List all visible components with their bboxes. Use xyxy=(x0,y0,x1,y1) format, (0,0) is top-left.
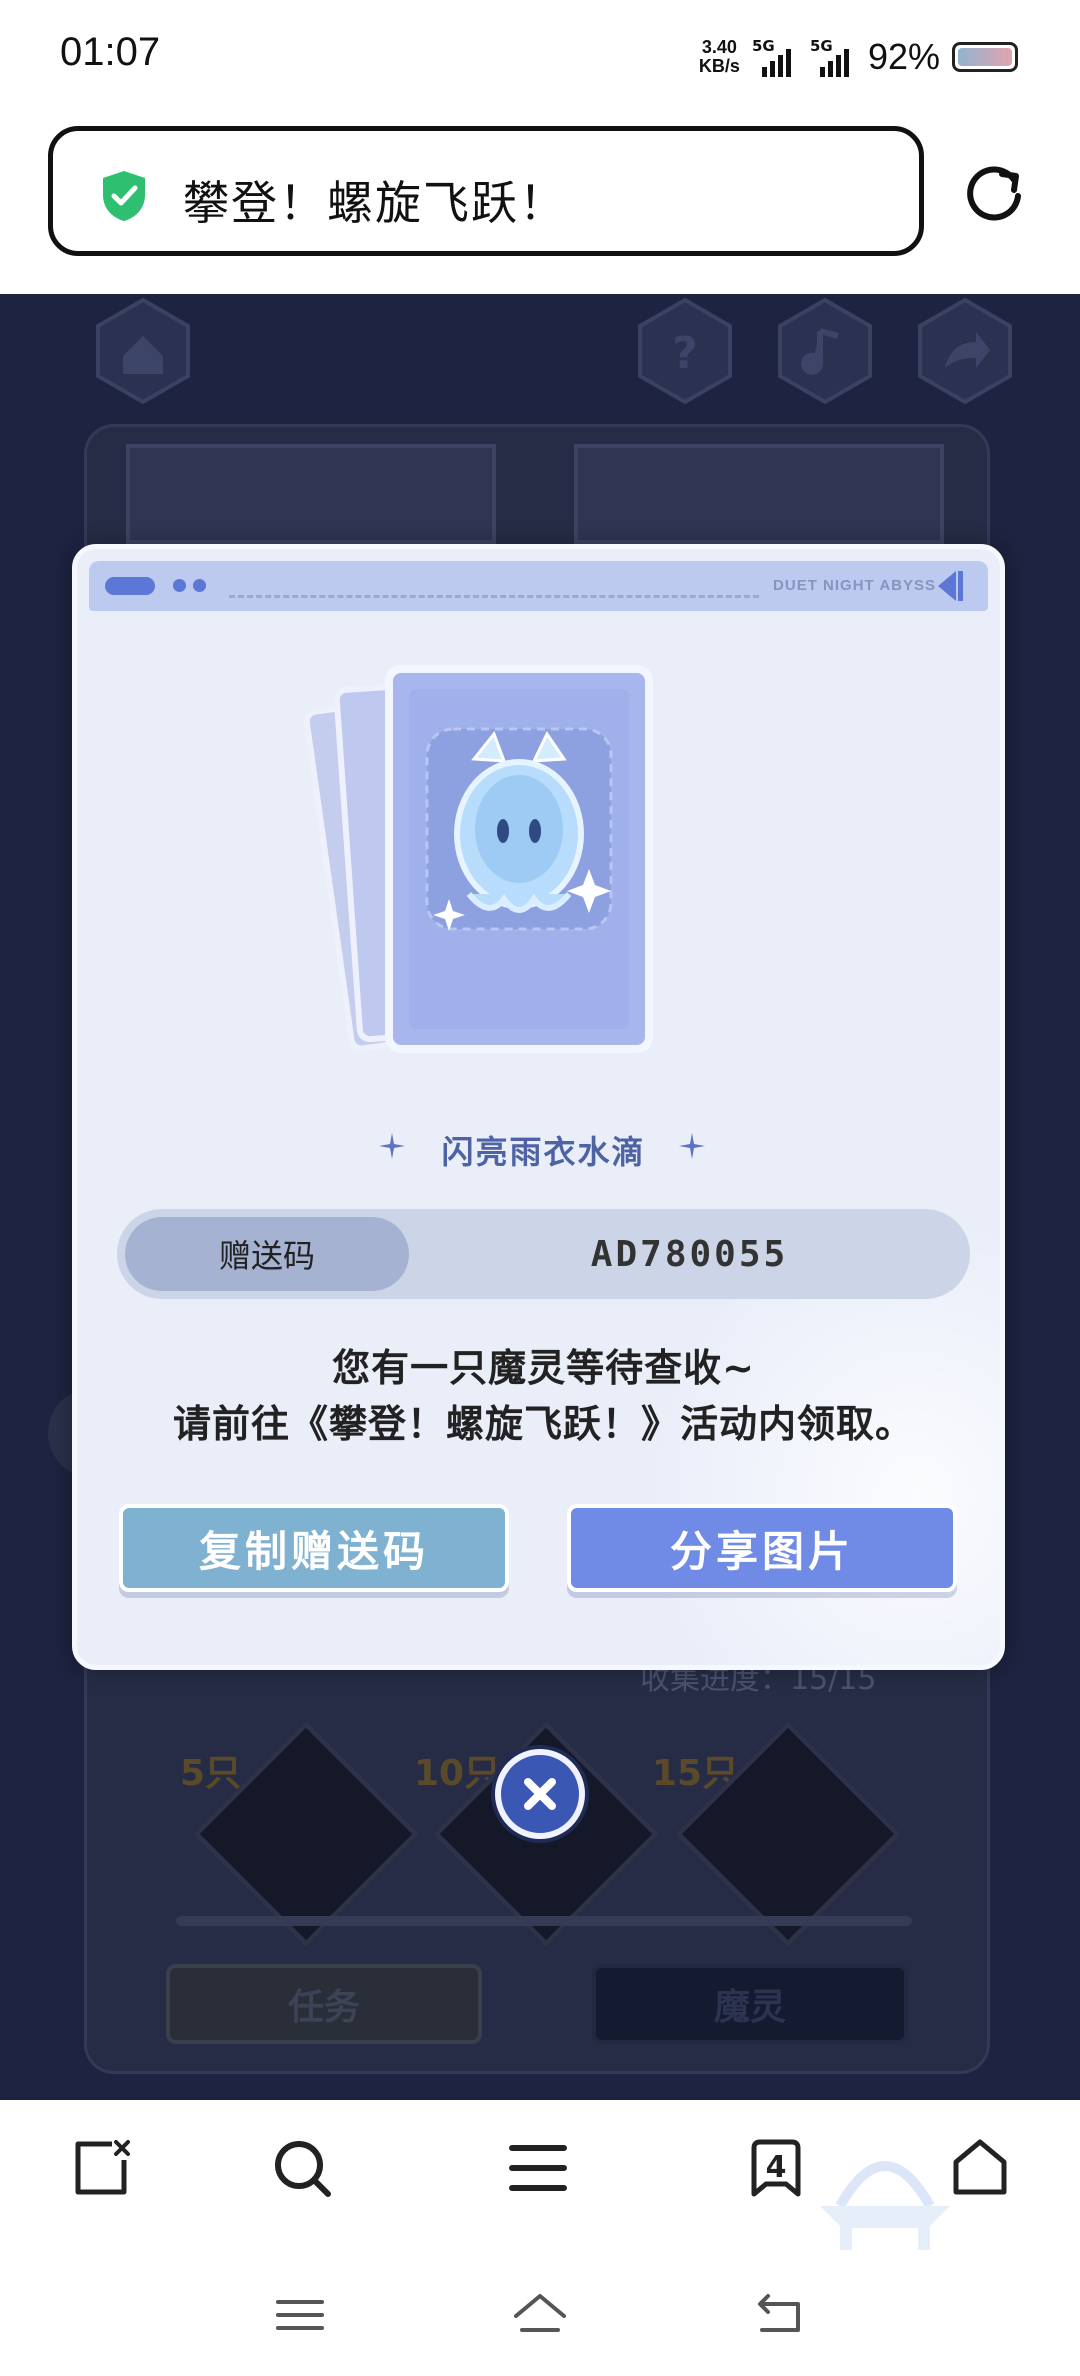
spirit-card-illustration xyxy=(303,665,653,1053)
status-bar: 01:07 3.40 KB/s 5G 5G 92% xyxy=(0,0,1080,120)
gift-code-value[interactable]: AD780055 xyxy=(409,1209,970,1299)
home-icon[interactable] xyxy=(88,296,198,406)
tab-task[interactable]: 任务 xyxy=(166,1964,482,2044)
network-speed-unit: KB/s xyxy=(698,56,740,76)
share-icon[interactable] xyxy=(910,296,1020,406)
music-icon[interactable] xyxy=(770,296,880,406)
copy-code-button[interactable]: 复制赠送码 xyxy=(119,1504,509,1592)
rewind-icon xyxy=(938,571,963,601)
back-icon[interactable] xyxy=(752,2290,808,2340)
gift-code-label: 赠送码 xyxy=(125,1217,409,1291)
signal-icon-sim1: 5G xyxy=(752,37,798,77)
signal-icon-sim2: 5G xyxy=(810,37,856,77)
mascot-decoration xyxy=(820,2161,950,2256)
reload-icon[interactable] xyxy=(962,160,1028,226)
browser-toolbar: 4 xyxy=(0,2100,1080,2256)
shield-check-icon xyxy=(103,171,145,221)
dialog-header: DUET NIGHT ABYSS xyxy=(89,561,988,611)
copy-code-label: 复制赠送码 xyxy=(198,1526,429,1576)
item-name: 闪亮雨衣水滴 xyxy=(441,1133,646,1171)
message-line-2: 请前往《攀登！螺旋飞跃！》活动内领取。 xyxy=(172,1402,914,1446)
gift-code-row: 赠送码 AD780055 xyxy=(117,1209,970,1299)
tab-spirit[interactable]: 魔灵 xyxy=(592,1964,908,2044)
gift-code-dialog: DUET NIGHT ABYSS 闪亮雨衣水滴 赠送码 AD780055 您有一… xyxy=(72,544,1005,1670)
recent-apps-icon[interactable] xyxy=(272,2290,328,2340)
system-home-icon[interactable] xyxy=(512,2290,568,2340)
search-icon[interactable] xyxy=(270,2136,334,2200)
header-dash xyxy=(229,595,759,598)
close-icon xyxy=(524,1778,556,1810)
battery-percent: 92% xyxy=(867,36,940,77)
sparkle-icon xyxy=(679,1133,705,1159)
menu-icon[interactable] xyxy=(506,2136,570,2200)
tabs-icon[interactable]: 4 xyxy=(744,2136,808,2200)
status-time: 01:07 xyxy=(60,30,161,74)
header-pill xyxy=(105,577,155,595)
share-image-label: 分享图片 xyxy=(669,1526,854,1576)
share-image-button[interactable]: 分享图片 xyxy=(567,1504,957,1592)
home-outline-icon[interactable] xyxy=(948,2136,1012,2200)
tab-task-label: 任务 xyxy=(287,1987,360,2028)
network-speed: 3.40 KB/s xyxy=(699,38,740,76)
message-line-1: 您有一只魔灵等待查收~ xyxy=(332,1346,755,1390)
header-dot xyxy=(173,579,186,592)
page-title: 攀登！螺旋飞跃！ xyxy=(183,176,567,230)
header-brand: DUET NIGHT ABYSS xyxy=(773,577,936,594)
milestone-label: 5只 xyxy=(180,1753,242,1794)
close-button[interactable] xyxy=(495,1749,585,1839)
progress-track xyxy=(176,1916,912,1926)
header-dot xyxy=(193,579,206,592)
status-indicators: 3.40 KB/s 5G 5G 92% xyxy=(699,36,1018,78)
svg-text:?: ? xyxy=(672,328,698,379)
address-bar[interactable]: 攀登！螺旋飞跃！ xyxy=(48,126,924,256)
tab-spirit-label: 魔灵 xyxy=(713,1987,786,2028)
new-tab-icon[interactable] xyxy=(70,2136,134,2200)
help-icon[interactable]: ? xyxy=(630,296,740,406)
bg-card-left xyxy=(126,444,496,544)
battery-icon xyxy=(952,42,1018,72)
network-speed-value: 3.40 xyxy=(701,37,737,57)
system-navigation xyxy=(0,2250,1080,2376)
tab-count: 4 xyxy=(765,2150,787,2185)
bg-card-right xyxy=(574,444,944,544)
